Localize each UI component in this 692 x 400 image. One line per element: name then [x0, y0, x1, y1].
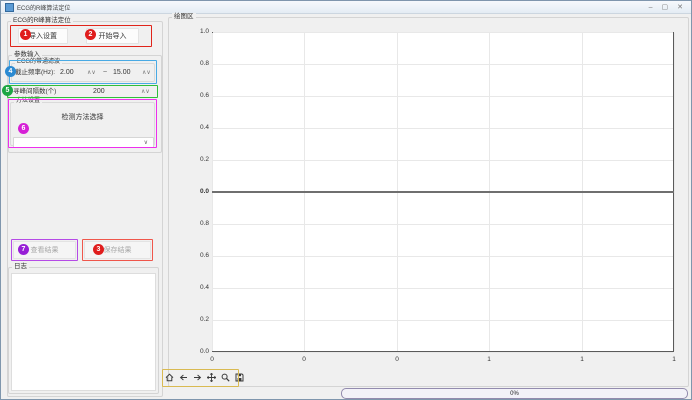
plot-group-title: 绘图区: [172, 13, 196, 20]
x-tick-label: 0: [204, 356, 220, 364]
annotation-box-peak-interval: [7, 85, 158, 98]
app-window: ECG的R峰算法定位 – ▢ ✕ ECG的R峰算法定位 导入设置 开始导入 1 …: [0, 0, 692, 400]
x-tick-label: 1: [666, 356, 682, 364]
annotation-badge-3: 3: [93, 244, 104, 255]
annotation-badge-5: 5: [2, 85, 13, 96]
y-tick-label: 0.2: [187, 316, 209, 324]
close-button[interactable]: ✕: [677, 4, 683, 11]
y-tick-label: 0.8: [187, 220, 209, 228]
x-tick-label: 1: [574, 356, 590, 364]
x-tick-label: 0: [296, 356, 312, 364]
log-group-title: 日志: [12, 263, 29, 270]
y-tick-label: 1.0: [187, 28, 209, 36]
y-tick-label: 0.6: [187, 252, 209, 260]
maximize-button[interactable]: ▢: [662, 4, 669, 11]
annotation-box-toolbar: [162, 369, 239, 387]
annotation-badge-1: 1: [20, 29, 31, 40]
annotation-badge-4: 4: [5, 66, 16, 77]
main-left-group-title: ECG的R峰算法定位: [11, 17, 73, 24]
y-tick-label: 0.8: [187, 60, 209, 68]
annotation-badge-7: 7: [18, 244, 29, 255]
y-tick-label: 0.6: [187, 92, 209, 100]
log-textarea[interactable]: [11, 273, 156, 391]
y-tick-label: 0.4: [187, 284, 209, 292]
x-tick-label: 1: [481, 356, 497, 364]
app-icon: [5, 3, 14, 12]
subplot-divider: [212, 191, 674, 193]
y-tick-label: 0.0: [187, 348, 209, 356]
annotation-badge-2: 2: [85, 29, 96, 40]
y-tick-label: 0.4: [187, 124, 209, 132]
param-input-group-title: 参数输入: [12, 51, 42, 58]
y-tick-label: 0.2: [187, 156, 209, 164]
progress-percent: 0%: [510, 391, 519, 397]
annotation-box-method: [8, 99, 157, 148]
y-tick-label: 0.0: [187, 188, 209, 196]
x-tick-label: 0: [389, 356, 405, 364]
window-title: ECG的R峰算法定位: [17, 3, 70, 12]
title-bar: ECG的R峰算法定位 – ▢ ✕: [1, 1, 691, 14]
annotation-badge-6: 6: [18, 123, 29, 134]
progress-bar: 0%: [341, 388, 688, 399]
minimize-button[interactable]: –: [649, 4, 653, 11]
annotation-box-import: [10, 25, 152, 47]
annotation-box-bandpass: [9, 60, 157, 84]
